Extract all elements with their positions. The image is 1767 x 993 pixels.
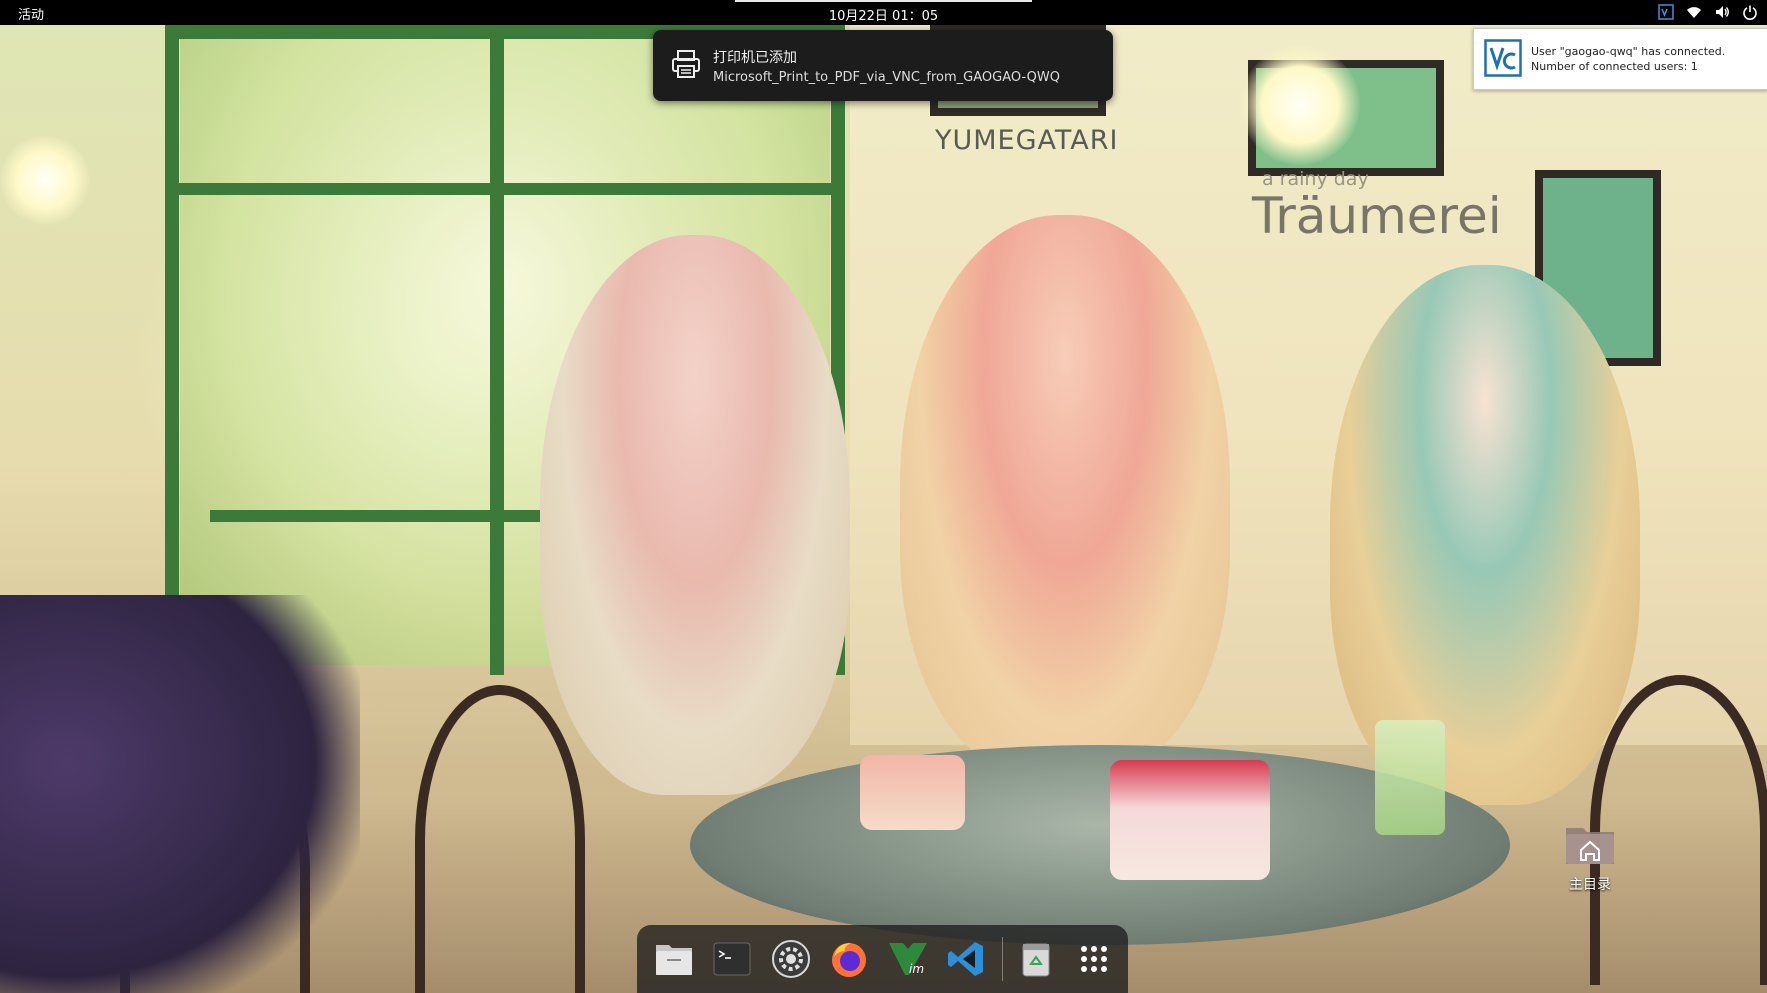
wallpaper-lamp (0, 135, 90, 225)
vscode-icon (948, 942, 984, 976)
desktop-wallpaper: YUMEGATARI a rainy day Träumerei (0, 25, 1767, 993)
notification-body: Microsoft_Print_to_PDF_via_VNC_from_GAOG… (713, 70, 1060, 85)
wallpaper-lamp (1240, 45, 1360, 165)
dock-trash[interactable] (1011, 934, 1061, 984)
dock: im (637, 925, 1128, 993)
system-tray[interactable] (1657, 3, 1759, 21)
settings-icon (771, 940, 810, 978)
wallpaper-character-left (540, 235, 850, 795)
volume-icon[interactable] (1713, 3, 1731, 21)
printer-icon (669, 47, 703, 81)
wallpaper-character-center (900, 215, 1230, 775)
vim-icon: im (888, 943, 927, 976)
vnc-message-line1: User "gaogao-qwq" has connected. (1531, 45, 1726, 58)
vnc-logo-icon (1484, 39, 1522, 77)
dock-settings[interactable] (766, 934, 816, 984)
wifi-icon[interactable] (1685, 3, 1703, 21)
notification-title: 打印机已添加 (713, 50, 797, 66)
wallpaper-plant (0, 595, 360, 993)
wallpaper-cake (1110, 760, 1270, 880)
desktop-icon-home[interactable]: 主目录 (1555, 820, 1625, 894)
home-folder-icon (1555, 820, 1625, 872)
vnc-message-line2: Number of connected users: 1 (1531, 60, 1698, 73)
top-bar: 活动 10月22日 01：05 (0, 0, 1767, 25)
terminal-icon (713, 942, 751, 976)
desktop-icon-label: 主目录 (1569, 877, 1611, 893)
clock-highlight (735, 0, 1032, 2)
files-icon (655, 945, 692, 975)
dock-vscode[interactable] (942, 934, 992, 984)
printer-notification[interactable]: 打印机已添加 Microsoft_Print_to_PDF_via_VNC_fr… (653, 30, 1113, 101)
power-icon[interactable] (1741, 3, 1759, 21)
wallpaper-cake (860, 755, 965, 830)
dock-terminal[interactable] (708, 934, 758, 984)
wallpaper-window-transom (165, 183, 845, 195)
dock-files[interactable] (649, 934, 699, 984)
dock-show-apps[interactable] (1069, 934, 1119, 984)
dock-vim[interactable]: im (883, 934, 933, 984)
show-apps-icon (1081, 946, 1108, 972)
svg-text:im: im (909, 962, 924, 976)
dock-separator (1002, 937, 1003, 981)
clock[interactable]: 10月22日 01：05 (0, 5, 1767, 24)
vnc-tray-icon[interactable] (1657, 3, 1675, 21)
wallpaper-brand-text: YUMEGATARI (935, 125, 1119, 156)
firefox-icon (832, 943, 867, 977)
vnc-connection-popup[interactable]: User "gaogao-qwq" has connected. Number … (1473, 28, 1767, 90)
wallpaper-chair (415, 685, 585, 993)
wallpaper-glass (1375, 720, 1445, 835)
wallpaper-window-mullion (490, 25, 504, 675)
trash-icon (1022, 943, 1050, 977)
wallpaper-title-text: Träumerei (1252, 187, 1502, 245)
dock-firefox[interactable] (825, 934, 875, 984)
